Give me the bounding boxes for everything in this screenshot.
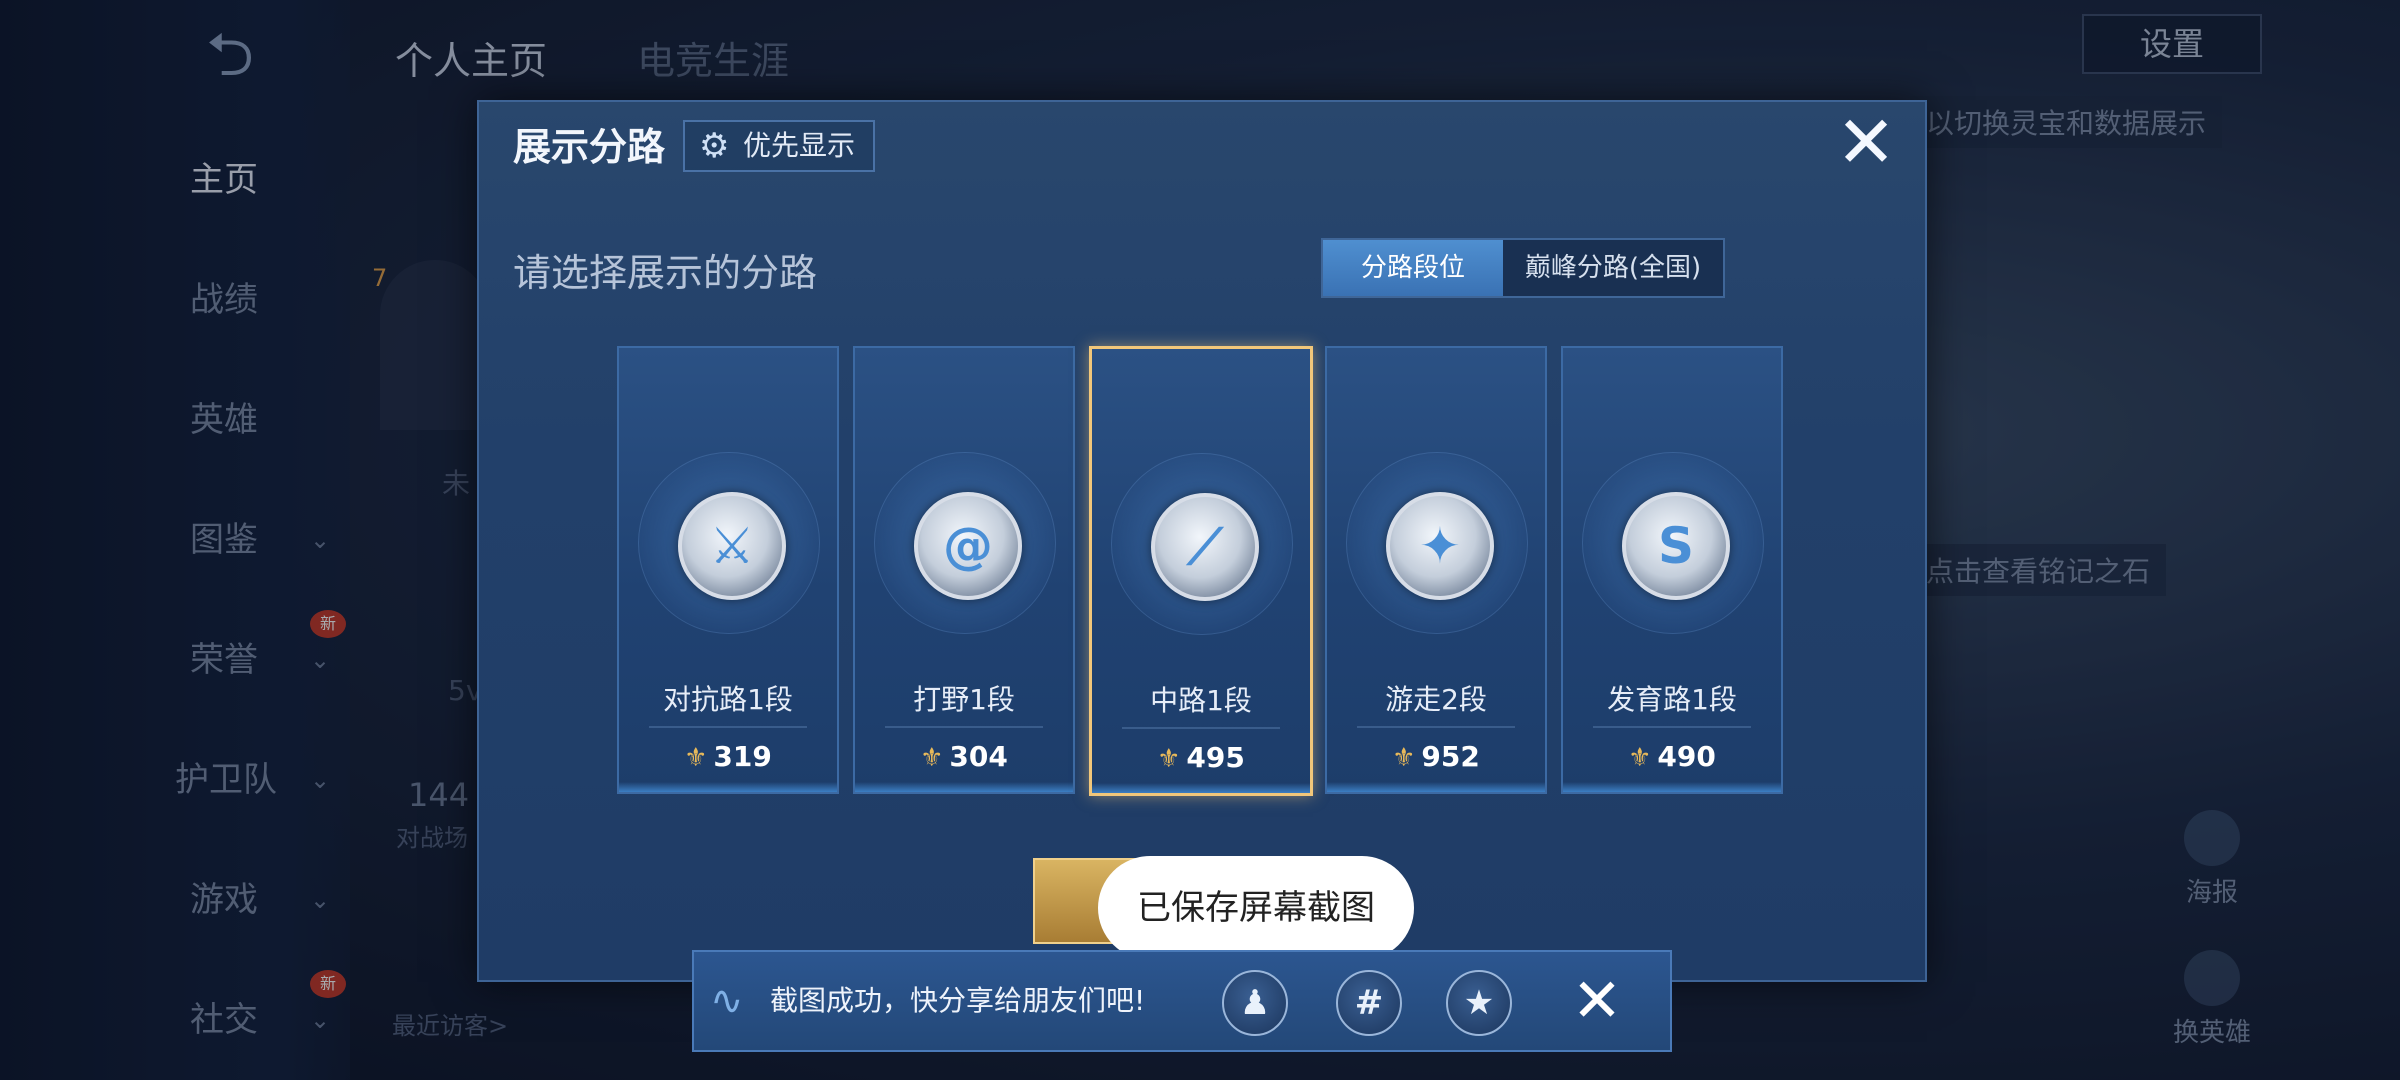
lane-score: ⚜ 304 xyxy=(920,740,1008,773)
divider xyxy=(1593,726,1751,728)
lane-score: ⚜ 490 xyxy=(1628,740,1716,773)
score-icon: ⚜ xyxy=(1157,744,1181,774)
lane-name: 打野1段 xyxy=(913,683,1015,716)
lane-display-modal: 展示分路 ⚙ 优先显示 ✕ 请选择展示的分路 分路段位 巅峰分路(全国) ⚔ 对… xyxy=(477,100,1927,982)
lane-card-jungle[interactable]: @ 打野1段 ⚜ 304 xyxy=(853,346,1075,794)
tab-peak-lane[interactable]: 巅峰分路(全国) xyxy=(1503,240,1723,296)
lane-card-mid[interactable]: ⟋ 中路1段 ⚜ 495 xyxy=(1089,346,1313,796)
lane-score: ⚜ 495 xyxy=(1157,741,1245,774)
mid-lane-icon: ⟋ xyxy=(1151,493,1259,601)
roam-icon: ✦ xyxy=(1386,492,1494,600)
priority-label: 优先显示 xyxy=(743,129,856,162)
qq-icon[interactable]: ♟ xyxy=(1222,970,1288,1036)
lane-card-top[interactable]: ⚔ 对抗路1段 ⚜ 319 xyxy=(617,346,839,794)
modal-title: 展示分路 xyxy=(513,125,666,169)
jungle-icon: @ xyxy=(914,492,1022,600)
gear-icon: ⚙ xyxy=(699,126,730,166)
score-icon: ⚜ xyxy=(1628,743,1652,773)
score-icon: ⚜ xyxy=(920,743,944,773)
lane-score: ⚜ 319 xyxy=(684,740,772,773)
clash-lane-icon: ⚔ xyxy=(678,492,786,600)
lane-score: ⚜ 952 xyxy=(1392,740,1480,773)
lane-card-roam[interactable]: ✦ 游走2段 ⚜ 952 xyxy=(1325,346,1547,794)
tab-lane-rank[interactable]: 分路段位 xyxy=(1323,240,1503,296)
divider xyxy=(1122,727,1280,729)
divider xyxy=(885,726,1043,728)
score-icon: ⚜ xyxy=(1392,743,1416,773)
divider xyxy=(649,726,807,728)
swirl-icon: ∿ xyxy=(710,978,744,1024)
score-icon: ⚜ xyxy=(684,743,708,773)
screenshot-saved-toast: 已保存屏幕截图 xyxy=(1098,856,1414,960)
lane-name: 发育路1段 xyxy=(1607,683,1737,716)
divider xyxy=(1357,726,1515,728)
close-icon[interactable]: ✕ xyxy=(1831,106,1901,180)
lane-name: 中路1段 xyxy=(1150,684,1252,717)
close-icon[interactable]: ✕ xyxy=(1560,962,1634,1040)
qzone-icon[interactable]: ★ xyxy=(1446,970,1512,1036)
share-bar: ∿ 截图成功，快分享给朋友们吧! ♟ # ★ ✕ xyxy=(692,950,1672,1052)
farm-lane-icon: S xyxy=(1622,492,1730,600)
lane-mode-toggle: 分路段位 巅峰分路(全国) xyxy=(1321,238,1725,298)
wechat-moments-icon[interactable]: # xyxy=(1336,970,1402,1036)
lane-card-farm[interactable]: S 发育路1段 ⚜ 490 xyxy=(1561,346,1783,794)
lane-name: 游走2段 xyxy=(1385,683,1487,716)
modal-subtitle: 请选择展示的分路 xyxy=(513,251,818,295)
share-text: 截图成功，快分享给朋友们吧! xyxy=(770,984,1146,1017)
priority-display-button[interactable]: ⚙ 优先显示 xyxy=(683,120,876,172)
lane-name: 对抗路1段 xyxy=(663,683,793,716)
